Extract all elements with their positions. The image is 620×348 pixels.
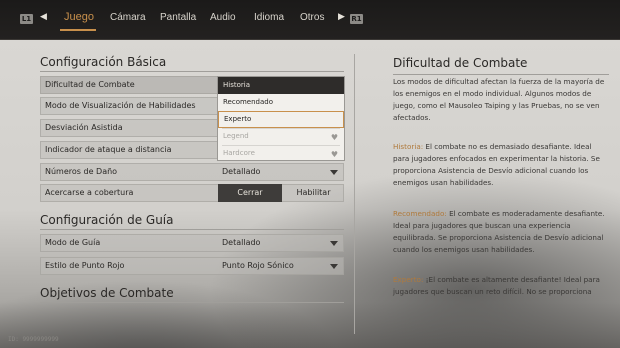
prev-tab-arrow-icon[interactable]: ◀	[40, 12, 47, 22]
row-label: Desviación Asistida	[45, 123, 123, 132]
chevron-down-icon[interactable]	[330, 241, 338, 246]
heart-icon: ♥	[330, 133, 338, 142]
section-title-objectives: Objetivos de Combate	[40, 286, 174, 300]
row-damage-numbers[interactable]: Números de Daño Detallado	[40, 163, 344, 181]
chevron-down-icon[interactable]	[330, 170, 338, 175]
row-label: Modo de Guía	[45, 238, 101, 247]
heart-icon: ♥	[330, 150, 338, 159]
option-label: Legend	[223, 132, 249, 140]
tab-pantalla[interactable]: Pantalla	[160, 12, 196, 23]
info-item-recomendado: Recomendado: El combate es moderadamente…	[393, 208, 607, 256]
option-label: Hardcore	[223, 149, 255, 157]
section-divider	[40, 229, 344, 230]
info-item-key: Experto:	[393, 275, 424, 284]
r1-key-icon[interactable]: R1	[350, 14, 363, 24]
section-title-basic: Configuración Básica	[40, 55, 167, 69]
section-divider	[40, 71, 344, 72]
info-item-historia: Historia: El combate no es demasiado des…	[393, 141, 607, 189]
row-approach-cover: Acercarse a cobertura Cerrar Habilitar	[40, 184, 344, 202]
row-label: Modo de Visualización de Habilidades	[45, 101, 196, 110]
row-value: Punto Rojo Sónico	[222, 261, 294, 270]
info-item-key: Recomendado:	[393, 209, 447, 218]
tab-audio[interactable]: Audio	[210, 12, 236, 23]
row-label: Dificultad de Combate	[45, 80, 135, 89]
column-divider	[354, 54, 355, 334]
tab-juego[interactable]: Juego	[64, 11, 94, 23]
row-value: Detallado	[222, 238, 261, 247]
l1-key-icon[interactable]: L1	[20, 14, 33, 24]
dropdown-option-hardcore: Hardcore ♥	[218, 145, 344, 162]
player-id: ID: 9999999999	[8, 336, 59, 343]
info-item-text: El combate no es demasiado desafiante. I…	[393, 142, 600, 187]
info-intro: Los modos de dificultad afectan la fuerz…	[393, 77, 605, 122]
next-tab-arrow-icon[interactable]: ▶	[338, 12, 345, 22]
section-divider	[40, 302, 344, 303]
dropdown-current[interactable]: Historia	[218, 77, 344, 94]
active-tab-indicator	[60, 29, 96, 31]
row-red-dot-style[interactable]: Estilo de Punto Rojo Punto Rojo Sónico	[40, 257, 344, 275]
top-nav: L1 ◀ Juego Cámara Pantalla Audio Idioma …	[0, 0, 620, 40]
row-label: Números de Daño	[45, 167, 118, 176]
row-label: Acercarse a cobertura	[45, 188, 134, 197]
info-item-text: ¡El combate es altamente desafiante! Ide…	[393, 275, 600, 296]
difficulty-dropdown[interactable]: Historia Recomendado Experto Legend ♥ Ha…	[217, 76, 345, 161]
dropdown-option-recomendado[interactable]: Recomendado	[218, 94, 344, 111]
tab-idioma[interactable]: Idioma	[254, 12, 284, 23]
tab-camara[interactable]: Cámara	[110, 12, 146, 23]
row-guide-mode[interactable]: Modo de Guía Detallado	[40, 234, 344, 252]
info-divider	[393, 74, 609, 75]
settings-panel: Configuración Básica Dificultad de Comba…	[0, 40, 620, 348]
row-value: Detallado	[222, 167, 261, 176]
tab-otros[interactable]: Otros	[300, 12, 324, 23]
info-title: Dificultad de Combate	[393, 56, 528, 70]
section-title-guide: Configuración de Guía	[40, 213, 174, 227]
info-item-key: Historia:	[393, 142, 424, 151]
info-item-experto: Experto: ¡El combate es altamente desafi…	[393, 274, 607, 298]
dropdown-option-legend: Legend ♥	[218, 128, 344, 145]
row-label: Estilo de Punto Rojo	[45, 261, 125, 270]
dropdown-option-experto[interactable]: Experto	[218, 111, 344, 128]
toggle-close-button[interactable]: Cerrar	[218, 184, 282, 202]
chevron-down-icon[interactable]	[330, 264, 338, 269]
row-label: Indicador de ataque a distancia	[45, 145, 172, 154]
toggle-enable-button[interactable]: Habilitar	[282, 184, 345, 202]
